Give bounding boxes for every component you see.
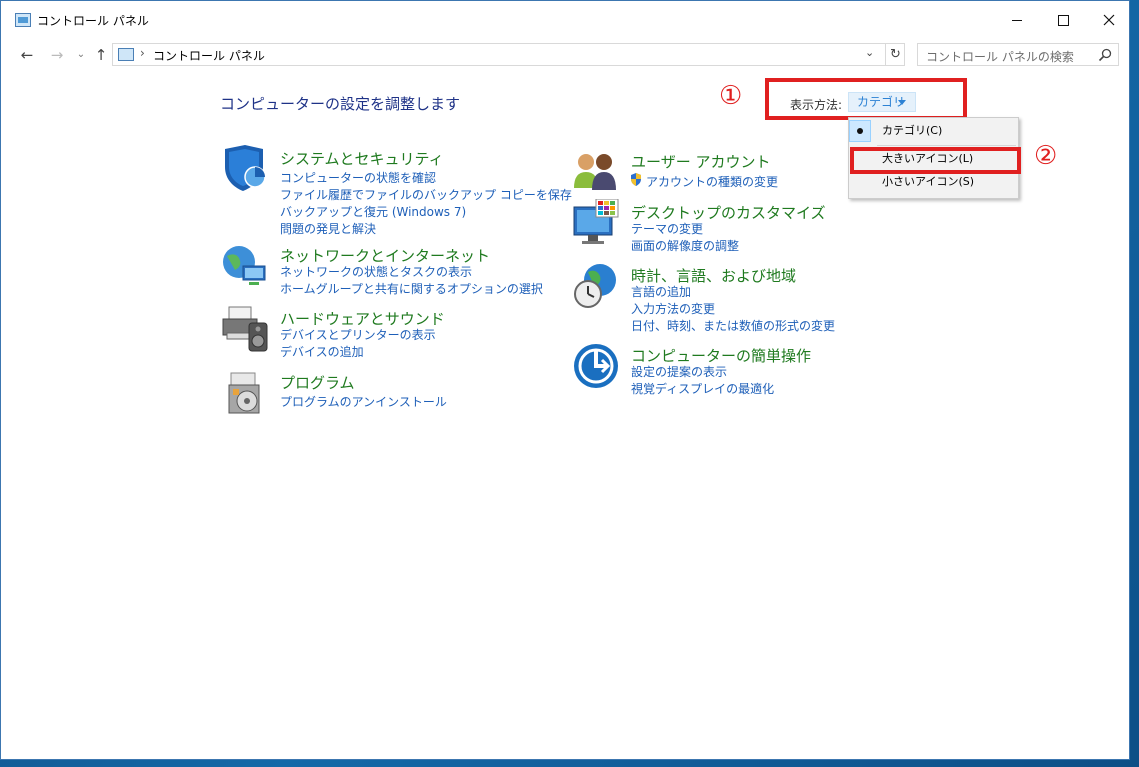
category-link[interactable]: テーマの変更 [631,220,703,237]
shield-icon [225,145,266,191]
main-content: コンピューターの設定を調整します ① 表示方法: カテゴリ カテゴリ(C) 大き… [1,71,1129,751]
category-link[interactable]: コンピューターの状態を確認 [280,169,436,186]
recent-locations-button[interactable]: ⌄ [71,45,91,65]
category-user-accounts: ユーザー アカウント アカウントの種類の変更 [572,148,872,193]
minimize-button[interactable] [994,1,1040,39]
category-hardware-sound: ハードウェアとサウンド デバイスとプリンターの表示 デバイスの追加 [221,305,541,360]
control-panel-icon [15,13,31,27]
category-link[interactable]: 日付、時刻、または数値の形式の変更 [631,317,835,334]
maximize-icon [1057,14,1069,26]
breadcrumb-separator-icon[interactable]: › [246,46,251,60]
category-link[interactable]: 視覚ディスプレイの最適化 [631,380,774,397]
back-button[interactable]: ← [17,45,37,65]
category-link[interactable]: ファイル履歴でファイルのバックアップ コピーを保存 [280,186,572,203]
category-title[interactable]: ユーザー アカウント [631,151,770,172]
menu-item-small-icons[interactable]: 小さいアイコン(S) [849,171,1018,193]
refresh-button[interactable]: ↻ [885,43,905,66]
forward-button[interactable]: → [47,45,67,65]
category-link[interactable]: バックアップと復元 (Windows 7) [280,203,466,220]
category-appearance: デスクトップのカスタマイズ テーマの変更 画面の解像度の調整 [572,199,872,254]
network-globe-icon [223,246,266,285]
breadcrumb-separator-icon[interactable]: › [140,46,145,60]
navigation-bar: ← → ⌄ ↑ › コントロール パネル › ⌄ ↻ コントロール パネルの検索 [1,41,1129,69]
category-link[interactable]: デバイスの追加 [280,343,364,360]
search-icon[interactable] [1098,48,1112,62]
address-dropdown-icon[interactable]: ⌄ [865,46,874,59]
page-title: コンピューターの設定を調整します [220,95,461,113]
category-link[interactable]: デバイスとプリンターの表示 [280,326,436,343]
category-programs: プログラム プログラムのアンインストール [221,369,541,419]
category-title[interactable]: プログラム [280,372,355,393]
category-link[interactable]: アカウントの種類の変更 [646,173,778,190]
control-panel-icon [118,48,134,61]
title-bar: コントロール パネル [1,1,1129,39]
up-button[interactable]: ↑ [91,45,111,65]
search-input[interactable]: コントロール パネルの検索 [917,43,1119,66]
uac-shield-icon [631,173,641,186]
menu-item-category[interactable]: カテゴリ(C) [849,120,1018,142]
control-panel-window: コントロール パネル ← → ⌄ ↑ › コントロール パネル › ⌄ ↻ コン… [0,0,1130,760]
selected-bullet-icon [849,120,871,142]
clock-globe-icon [574,264,616,308]
category-link[interactable]: 入力方法の変更 [631,300,715,317]
annotation-box-large-icons [850,147,1021,174]
monitor-palette-icon [573,199,619,244]
address-bar[interactable]: › コントロール パネル › ⌄ ↻ [112,43,905,66]
category-system-security: システムとセキュリティ コンピューターの状態を確認 ファイル履歴でファイルのバッ… [221,145,572,237]
close-button[interactable] [1086,1,1132,39]
annotation-number-1: ① [719,81,743,111]
minimize-icon [1012,19,1022,21]
category-link[interactable]: プログラムのアンインストール [280,393,447,410]
printer-speaker-icon [222,306,268,352]
maximize-button[interactable] [1040,1,1086,39]
users-icon [574,154,616,190]
window-title: コントロール パネル [37,14,149,28]
view-by-dropdown[interactable]: カテゴリ [848,92,916,112]
programs-icon [228,372,260,414]
category-clock-language-region: 時計、言語、および地域 言語の追加 入力方法の変更 日付、時刻、または数値の形式… [572,262,872,334]
menu-divider [877,145,1016,146]
ease-of-access-icon [574,344,618,388]
search-placeholder: コントロール パネルの検索 [926,50,1074,64]
menu-item-label: カテゴリ(C) [882,124,943,137]
menu-item-label: 小さいアイコン(S) [882,175,975,188]
category-link[interactable]: 問題の発見と解決 [280,220,376,237]
category-link[interactable]: ネットワークの状態とタスクの表示 [280,263,472,280]
category-link[interactable]: ホームグループと共有に関するオプションの選択 [280,280,543,297]
category-network-internet: ネットワークとインターネット ネットワークの状態とタスクの表示 ホームグループと… [221,242,543,297]
dropdown-arrow-icon [898,100,906,105]
category-title[interactable]: システムとセキュリティ [280,148,444,169]
category-link[interactable]: 言語の追加 [631,283,691,300]
category-link[interactable]: 設定の提案の表示 [631,363,727,380]
annotation-number-2: ② [1034,141,1058,171]
close-icon [1103,14,1115,26]
category-link[interactable]: 画面の解像度の調整 [631,237,739,254]
view-by-label: 表示方法: [790,98,843,112]
category-ease-of-access: コンピューターの簡単操作 設定の提案の表示 視覚ディスプレイの最適化 [572,342,872,397]
